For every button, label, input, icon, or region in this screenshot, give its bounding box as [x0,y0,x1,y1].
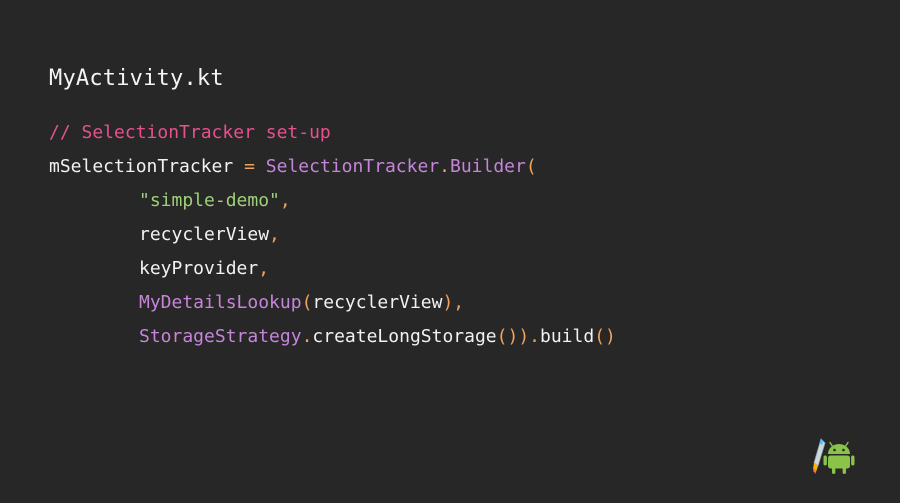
code-token-op: , [279,190,291,211]
code-token-type: SelectionTracker [265,156,440,177]
code-token-plain: mSelectionTracker [49,156,245,177]
code-token-plain: keyProvider [139,258,259,279]
code-token-plain: build [540,326,595,347]
code-token-op: . [439,156,450,177]
slide: MyActivity.kt // SelectionTracker set-up… [0,0,900,503]
code-token-plain: recyclerView [139,224,270,245]
code-line: mSelectionTracker = SelectionTracker.Bui… [49,152,616,186]
code-token-type: MyDetailsLookup [139,292,302,313]
code-line: recyclerView, [49,220,616,254]
code-token-type: Builder [450,156,526,177]
code-line: MyDetailsLookup(recyclerView), [49,288,616,322]
code-line: // SelectionTracker set-up [49,118,616,152]
android-robot-icon [823,441,855,474]
code-token-op: ( [525,156,537,177]
code-line: keyProvider, [49,254,616,288]
code-token-op: , [258,258,270,279]
code-block: // SelectionTracker set-up mSelectionTrac… [49,118,616,356]
code-token-string: "simple-demo" [139,190,280,211]
code-token-op: . [301,326,313,347]
code-token-op: () [594,326,616,347]
code-token-plain: recyclerView [312,292,443,313]
code-token-op: , [269,224,280,245]
code-line: StorageStrategy.createLongStorage()).bui… [49,322,616,356]
code-token-type: StorageStrategy [139,326,302,347]
code-line: "simple-demo", [49,186,616,220]
rocket-icon [813,438,826,474]
code-token-op: = [244,156,255,177]
code-token-op: . [529,326,540,347]
code-token-op: ()) [496,326,530,347]
code-token-op: ), [442,292,465,313]
code-token-comment: // SelectionTracker set-up [49,122,331,143]
code-token-plain: createLongStorage [312,326,497,347]
slide-title: MyActivity.kt [49,66,224,91]
code-token-op: ( [301,292,313,313]
android-studio-robot-icon [813,438,855,474]
